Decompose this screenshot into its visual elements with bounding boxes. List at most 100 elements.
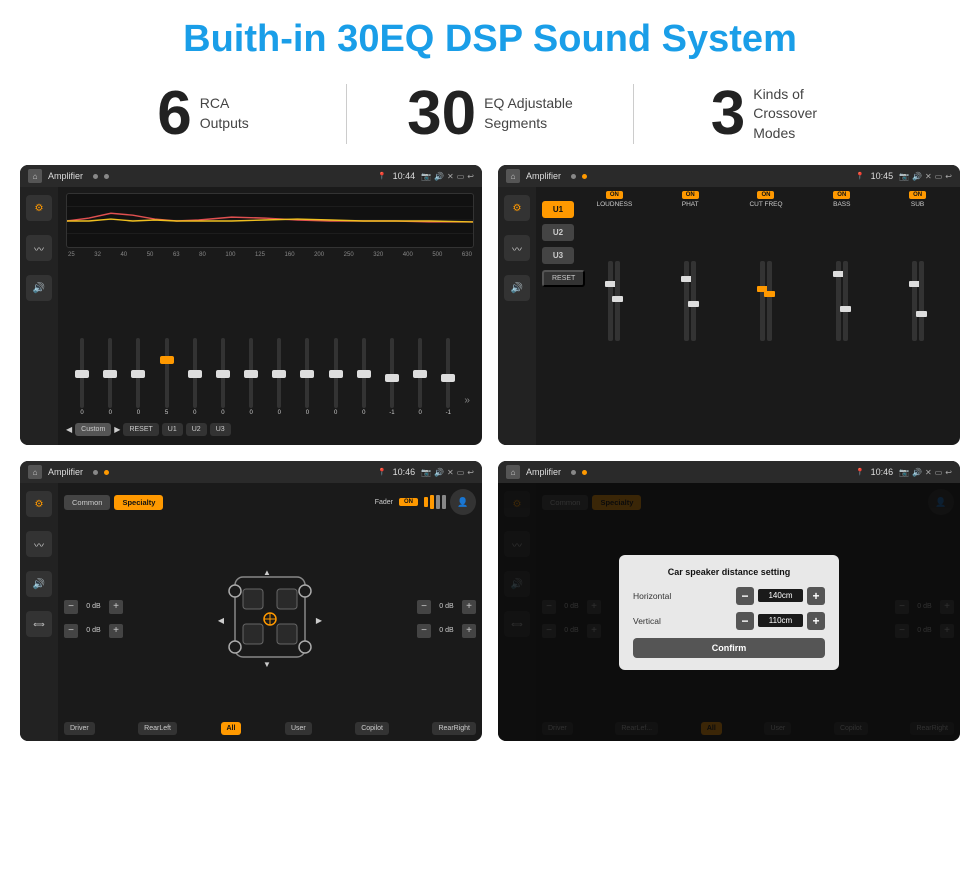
loudness-slider-2[interactable] xyxy=(615,261,620,341)
home-icon[interactable]: ⌂ xyxy=(28,169,42,183)
cross-btn-1[interactable]: ⚙ xyxy=(504,195,530,221)
close-icon-2[interactable]: ✕ xyxy=(925,172,932,181)
eq-u2-btn[interactable]: U2 xyxy=(186,423,207,436)
fader-main-area: Common Specialty Fader ON 👤 xyxy=(58,483,482,741)
loudness-label: LOUDNESS xyxy=(597,201,633,208)
phat-slider-2[interactable] xyxy=(691,261,696,341)
eq-slider-col-6: 0 xyxy=(211,316,235,416)
slider-7[interactable] xyxy=(249,338,253,408)
db-plus-2[interactable]: + xyxy=(109,624,123,638)
pos-driver[interactable]: Driver xyxy=(64,722,95,735)
stat-crossover-number: 3 xyxy=(711,83,745,145)
vertical-plus-btn[interactable]: + xyxy=(807,612,825,630)
fader-btn-1[interactable]: ⚙ xyxy=(26,491,52,517)
db-plus-3[interactable]: + xyxy=(462,600,476,614)
status-dot-1 xyxy=(93,174,98,179)
slider-9[interactable] xyxy=(305,338,309,408)
back-icon-2[interactable]: ↩ xyxy=(945,172,952,181)
freq-200: 200 xyxy=(314,252,324,258)
eq-u1-btn[interactable]: U1 xyxy=(162,423,183,436)
pos-rearright[interactable]: RearRight xyxy=(432,722,476,735)
pos-copilot[interactable]: Copilot xyxy=(355,722,389,735)
sub-slider-1[interactable] xyxy=(912,261,917,341)
back-icon-4[interactable]: ↩ xyxy=(945,468,952,477)
eq-freq-labels: 25 32 40 50 63 80 100 125 160 200 250 32… xyxy=(66,252,474,258)
bass-slider-1[interactable] xyxy=(836,261,841,341)
min-icon-eq[interactable]: ▭ xyxy=(457,172,465,181)
home-icon-2[interactable]: ⌂ xyxy=(506,169,520,183)
min-icon-3[interactable]: ▭ xyxy=(457,468,465,477)
status-dot-3 xyxy=(571,174,576,179)
stat-crossover: 3 Kinds ofCrossover Modes xyxy=(634,83,920,145)
slider-3[interactable] xyxy=(136,338,140,408)
slider-11[interactable] xyxy=(362,338,366,408)
slider-10[interactable] xyxy=(334,338,338,408)
slider-14[interactable] xyxy=(446,338,450,408)
db-control-1: − 0 dB + xyxy=(64,600,123,614)
close-icon-eq[interactable]: ✕ xyxy=(447,172,454,181)
fader-bar-1 xyxy=(424,497,428,507)
home-icon-3[interactable]: ⌂ xyxy=(28,465,42,479)
horizontal-control: − 140cm + xyxy=(736,587,825,605)
db-value-4: 0 dB xyxy=(434,627,459,634)
vertical-minus-btn[interactable]: − xyxy=(736,612,754,630)
cross-btn-3[interactable]: 🔊 xyxy=(504,275,530,301)
min-icon-4[interactable]: ▭ xyxy=(935,468,943,477)
confirm-button[interactable]: Confirm xyxy=(633,638,825,658)
fader-settings-icon[interactable]: 👤 xyxy=(450,489,476,515)
eq-btn-2[interactable]: 〰 xyxy=(26,235,52,261)
slider-5[interactable] xyxy=(193,338,197,408)
min-icon-2[interactable]: ▭ xyxy=(935,172,943,181)
tab-common[interactable]: Common xyxy=(64,495,110,510)
u3-button[interactable]: U3 xyxy=(542,247,574,264)
eq-next-icon[interactable]: ▶ xyxy=(114,425,120,434)
eq-reset-btn[interactable]: RESET xyxy=(123,423,158,436)
eq-slider-col-1: 0 xyxy=(70,316,94,416)
eq-btn-1[interactable]: ⚙ xyxy=(26,195,52,221)
eq-preset-custom[interactable]: Custom xyxy=(75,423,111,436)
sub-slider-2[interactable] xyxy=(919,261,924,341)
back-icon-eq[interactable]: ↩ xyxy=(467,172,474,181)
db-minus-3[interactable]: − xyxy=(417,600,431,614)
slider-2[interactable] xyxy=(108,338,112,408)
db-minus-1[interactable]: − xyxy=(64,600,78,614)
cutfreq-slider-1[interactable] xyxy=(760,261,765,341)
slider-12[interactable] xyxy=(390,338,394,408)
pos-user[interactable]: User xyxy=(285,722,312,735)
fader-btn-3[interactable]: 🔊 xyxy=(26,571,52,597)
channels-group: ON LOUDNESS ON PHAT xyxy=(578,191,954,441)
horizontal-minus-btn[interactable]: − xyxy=(736,587,754,605)
slider-4[interactable] xyxy=(165,338,169,408)
vol-icon-4: 🔊 xyxy=(912,468,922,477)
slider-1[interactable] xyxy=(80,338,84,408)
u2-button[interactable]: U2 xyxy=(542,224,574,241)
pos-all[interactable]: All xyxy=(221,722,242,735)
eq-btn-3[interactable]: 🔊 xyxy=(26,275,52,301)
status-dot-orange xyxy=(582,174,587,179)
back-icon-3[interactable]: ↩ xyxy=(467,468,474,477)
slider-13[interactable] xyxy=(418,338,422,408)
cross-btn-2[interactable]: 〰 xyxy=(504,235,530,261)
fader-btn-2[interactable]: 〰 xyxy=(26,531,52,557)
home-icon-4[interactable]: ⌂ xyxy=(506,465,520,479)
db-plus-4[interactable]: + xyxy=(462,624,476,638)
close-icon-3[interactable]: ✕ xyxy=(447,468,454,477)
pos-rearleft[interactable]: RearLeft xyxy=(138,722,177,735)
eq-u3-btn[interactable]: U3 xyxy=(210,423,231,436)
cutfreq-slider-2[interactable] xyxy=(767,261,772,341)
u1-button[interactable]: U1 xyxy=(542,201,574,218)
slider-6[interactable] xyxy=(221,338,225,408)
eq-slider-col-11: 0 xyxy=(352,316,376,416)
freq-63: 63 xyxy=(173,252,180,258)
tab-specialty[interactable]: Specialty xyxy=(114,495,163,510)
db-minus-2[interactable]: − xyxy=(64,624,78,638)
fader-btn-4[interactable]: ⟺ xyxy=(26,611,52,637)
db-minus-4[interactable]: − xyxy=(417,624,431,638)
bass-slider-2[interactable] xyxy=(843,261,848,341)
db-plus-1[interactable]: + xyxy=(109,600,123,614)
close-icon-4[interactable]: ✕ xyxy=(925,468,932,477)
eq-prev-icon[interactable]: ◀ xyxy=(66,425,72,434)
freq-500: 500 xyxy=(432,252,442,258)
horizontal-plus-btn[interactable]: + xyxy=(807,587,825,605)
slider-8[interactable] xyxy=(277,338,281,408)
